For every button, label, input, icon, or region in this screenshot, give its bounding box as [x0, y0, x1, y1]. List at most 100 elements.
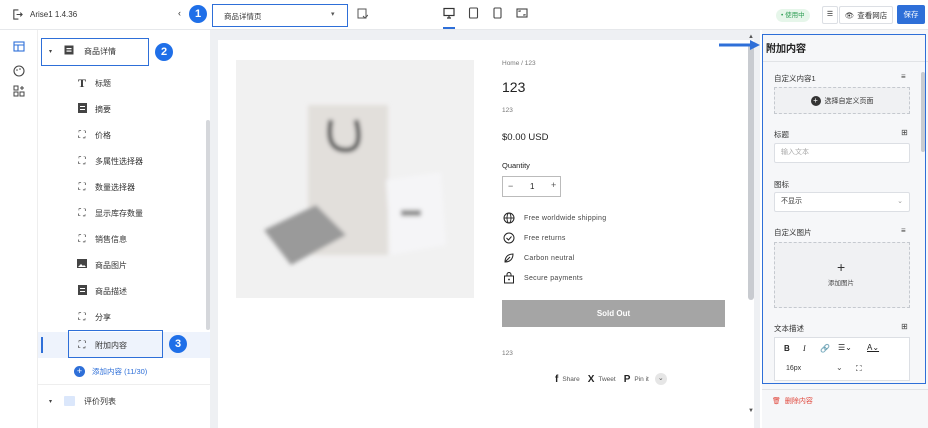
tree-item-title[interactable]: T 标题	[38, 70, 210, 96]
app-name: Arise1 1.4.36	[30, 10, 78, 19]
arrow-pointer	[719, 40, 761, 52]
tree-item-description[interactable]: 商品描述	[38, 278, 210, 304]
desktop-active-indicator	[443, 27, 455, 29]
callout-3: 3	[169, 335, 187, 353]
add-content-label: 添加内容 (11/30)	[92, 366, 148, 376]
tree-item-share[interactable]: ⛶ 分享	[38, 304, 210, 330]
left-icon-bar	[0, 30, 38, 428]
divider	[762, 389, 928, 390]
plus-circle-icon: +	[74, 365, 85, 377]
tree-item-sales-info[interactable]: ⛶ 销售信息	[38, 226, 210, 252]
share-label[interactable]: Share	[562, 376, 579, 383]
save-label: 保存	[903, 10, 919, 19]
reviews-section-icon	[64, 396, 75, 406]
quantity-plus-button[interactable]: +	[551, 180, 556, 190]
facebook-icon[interactable]: f	[555, 374, 558, 385]
x-twitter-icon[interactable]: X	[588, 374, 595, 385]
tree-item-product-images[interactable]: 商品图片	[38, 252, 210, 278]
share-bar: f Share X Tweet P Pin it ⌄	[555, 373, 667, 385]
view-store-label: 查看网店	[857, 10, 888, 20]
feature-carbon: Carbon neutral	[503, 252, 575, 264]
tweet-label[interactable]: Tweet	[598, 376, 615, 383]
feature-returns: Free returns	[503, 232, 566, 244]
tree-item-stock[interactable]: ⛶ 显示库存数量	[38, 200, 210, 226]
tree-group-reviews[interactable]: ▾ 评价列表	[38, 388, 210, 414]
delete-content-label: 删除内容	[784, 398, 813, 405]
exit-icon[interactable]	[12, 9, 23, 22]
view-store-button[interactable]: 👁 查看网店	[839, 6, 893, 24]
tree-item-variant-selector[interactable]: ⛶ 多属性选择器	[38, 148, 210, 174]
sections-icon[interactable]	[13, 41, 25, 54]
desktop-icon[interactable]	[443, 7, 455, 21]
breadcrumb: Home / 123	[502, 60, 536, 67]
check-circle-icon	[503, 232, 515, 244]
tree-item-quantity-selector[interactable]: ⛶ 数量选择器	[38, 174, 210, 200]
tree-item-label: 数量选择器	[95, 182, 135, 192]
tree-item-label: 显示库存数量	[95, 208, 143, 218]
highlight-box-2	[41, 38, 149, 66]
chevron-down-icon[interactable]: ⌄	[654, 373, 667, 385]
additional-content-text: 123	[502, 350, 513, 357]
tree-item-label: 价格	[95, 130, 111, 140]
expand-corners-icon: ⛶	[78, 311, 86, 323]
product-price: $0.00 USD	[502, 132, 549, 143]
tree-item-label: 商品图片	[95, 260, 127, 270]
text-icon: T	[77, 75, 86, 90]
quantity-minus-button[interactable]: −	[508, 181, 513, 191]
theme-palette-icon[interactable]	[13, 65, 25, 79]
callout-2: 2	[155, 43, 173, 61]
chevron-icon[interactable]: ‹	[178, 8, 181, 18]
save-template-icon[interactable]	[357, 8, 369, 22]
expand-corners-icon: ⛶	[78, 233, 86, 245]
divider	[38, 384, 210, 385]
image-icon	[76, 259, 88, 271]
page-select[interactable]: 商品详情页 ▾	[212, 4, 348, 27]
sold-out-button[interactable]: Sold Out	[502, 300, 725, 327]
quantity-value[interactable]: 1	[530, 182, 534, 191]
feature-label: Secure payments	[524, 274, 583, 282]
apps-icon[interactable]	[13, 85, 25, 99]
add-content-button[interactable]: + 添加内容 (11/30)	[38, 358, 210, 384]
trash-icon: 🗑	[772, 398, 781, 405]
tablet-icon[interactable]	[468, 7, 479, 21]
tree-item-label: 销售信息	[95, 234, 127, 244]
eye-icon: 👁	[844, 10, 855, 20]
product-preview: Home / 123 123 123 $0.00 USD Quantity − …	[218, 40, 754, 428]
tree-item-summary[interactable]: 摘要	[38, 96, 210, 122]
caret-down-icon: ▾	[49, 398, 53, 405]
fullscreen-icon[interactable]	[516, 7, 528, 21]
tree-item-label: 商品描述	[95, 286, 127, 296]
expand-corners-icon: ⛶	[78, 207, 86, 219]
quantity-stepper: − 1 +	[502, 176, 561, 197]
leaf-icon	[504, 253, 514, 263]
sold-out-label: Sold Out	[596, 309, 631, 318]
quantity-label: Quantity	[502, 161, 530, 170]
canvas-scrollbar[interactable]	[748, 44, 754, 300]
caret-down-icon: ▾	[331, 11, 335, 18]
status-badge: • 使用中	[776, 9, 810, 22]
document-icon	[76, 284, 88, 298]
delete-content-button[interactable]: 🗑 删除内容	[772, 396, 813, 406]
mobile-icon[interactable]	[493, 7, 502, 21]
tree-group-label: 评价列表	[84, 396, 116, 406]
history-button[interactable]: ☰	[822, 6, 838, 24]
tree-item-price[interactable]: ⛶ 价格	[38, 122, 210, 148]
pin-label[interactable]: Pin it	[634, 376, 648, 383]
expand-corners-icon: ⛶	[78, 155, 86, 167]
tree-item-label: 分享	[95, 312, 111, 322]
tree-item-label: 标题	[95, 78, 111, 88]
product-sku: 123	[502, 107, 513, 114]
save-button[interactable]: 保存	[897, 5, 925, 24]
page-select-value: 商品详情页	[224, 12, 262, 21]
active-indicator	[41, 337, 43, 353]
canvas-scroll-down[interactable]: ▼	[748, 408, 754, 414]
top-bar: Arise1 1.4.36 ‹ 商品详情页 ▾ • 使用中 ☰ 👁 查看网店 保…	[0, 0, 928, 30]
highlight-box-panel	[762, 34, 926, 384]
product-title: 123	[502, 79, 526, 95]
pinterest-icon[interactable]: P	[624, 374, 631, 385]
feature-label: Free worldwide shipping	[524, 214, 607, 222]
lock-icon	[504, 272, 514, 284]
expand-corners-icon: ⛶	[78, 181, 86, 193]
feature-label: Free returns	[524, 234, 566, 242]
document-icon	[76, 102, 88, 116]
